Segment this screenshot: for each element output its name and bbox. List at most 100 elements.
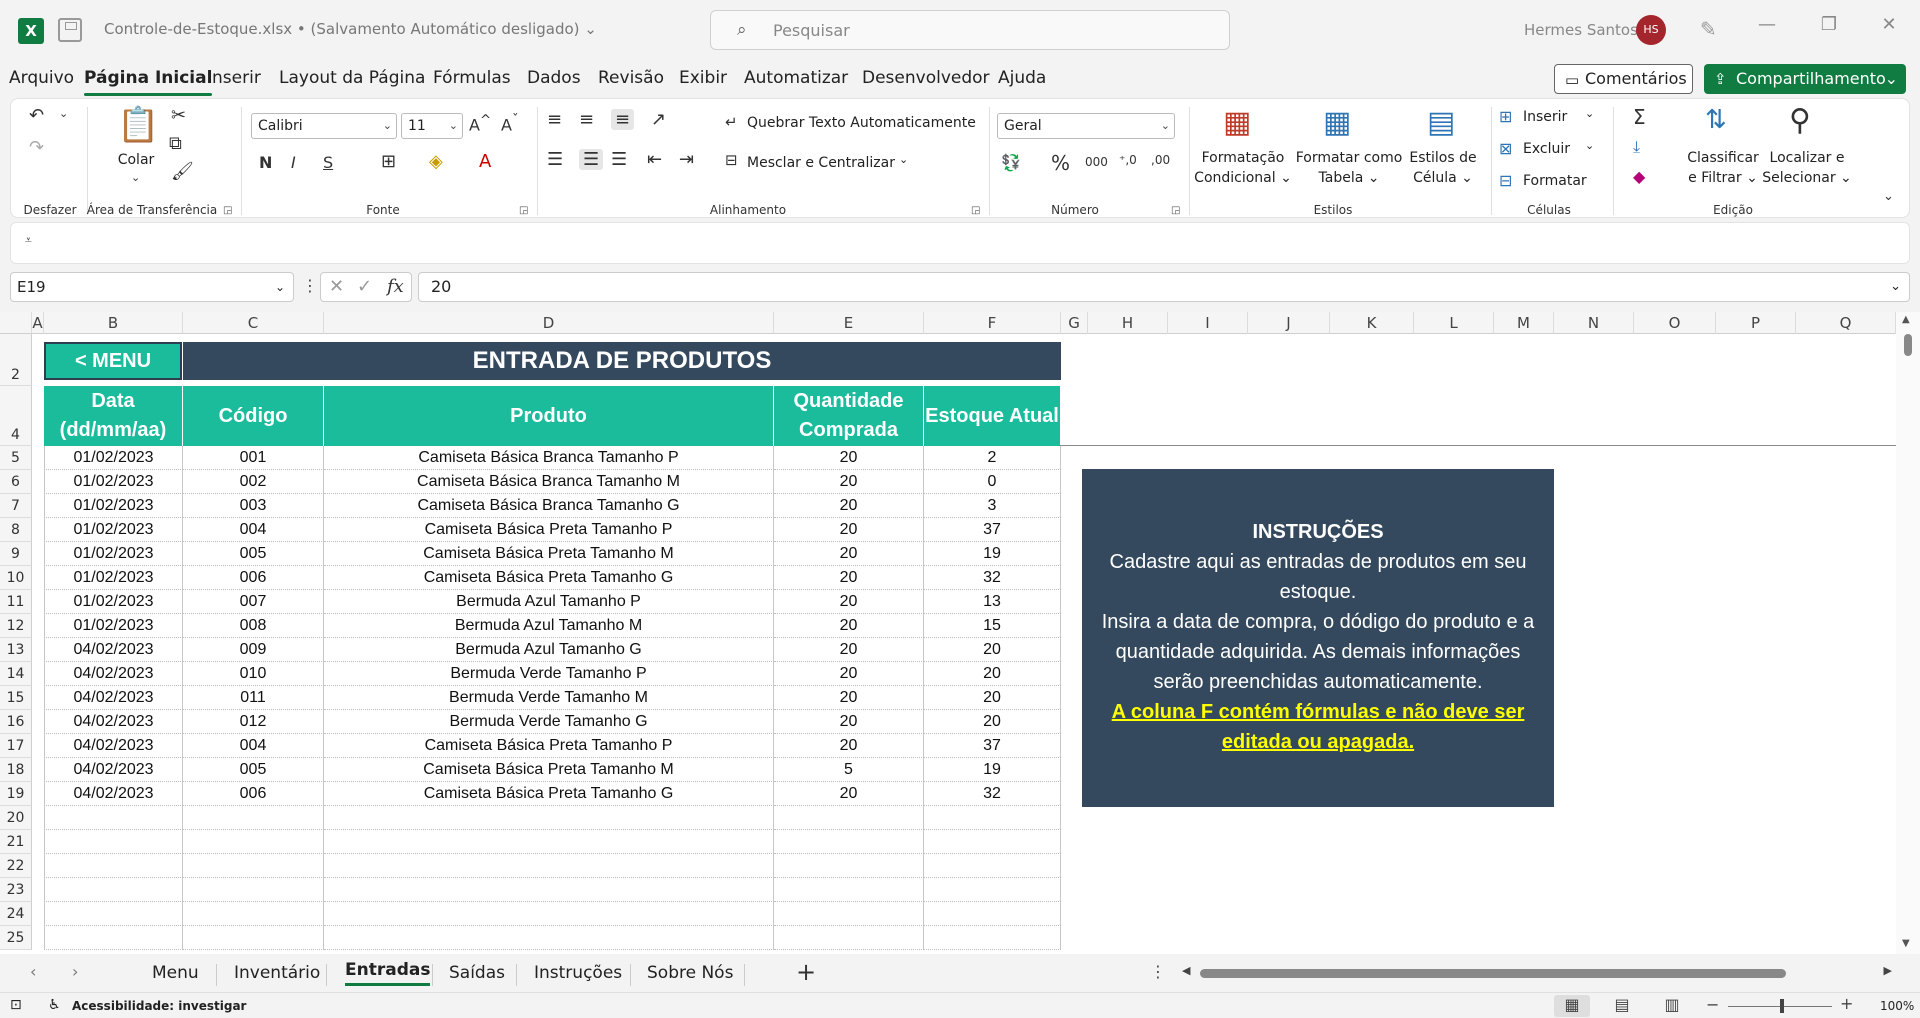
column-header[interactable]: F <box>924 312 1061 334</box>
paste-label[interactable]: Colar <box>118 151 155 169</box>
find-select-label-1[interactable]: Localizar e <box>1770 149 1845 167</box>
table-cell[interactable]: 20 <box>774 686 924 710</box>
align-left-icon[interactable]: ☰ <box>547 149 563 170</box>
table-cell[interactable]: 37 <box>924 518 1061 542</box>
bold-button[interactable]: N <box>259 153 272 172</box>
row-header[interactable]: 14 <box>0 662 32 686</box>
table-cell[interactable]: 004 <box>183 518 324 542</box>
row-header[interactable]: 25 <box>0 926 32 950</box>
table-cell[interactable] <box>183 878 324 902</box>
paste-icon[interactable]: 📋 <box>117 105 159 145</box>
tab-exibir[interactable]: Exibir <box>679 68 727 88</box>
column-header[interactable]: G <box>1061 312 1088 334</box>
sheet-tab-entradas[interactable]: Entradas <box>345 960 431 986</box>
scroll-thumb[interactable] <box>1904 334 1912 356</box>
table-cell[interactable]: 010 <box>183 662 324 686</box>
collapse-ribbon-icon[interactable]: ⌄ <box>1883 189 1894 204</box>
dialog-launcher-icon[interactable]: ◲ <box>519 205 528 216</box>
table-cell[interactable] <box>924 854 1061 878</box>
row-header[interactable]: 21 <box>0 830 32 854</box>
table-cell[interactable]: Camiseta Básica Preta Tamanho M <box>324 758 774 782</box>
table-cell[interactable]: 20 <box>774 494 924 518</box>
column-header[interactable]: Q <box>1796 312 1896 334</box>
row-header[interactable]: 13 <box>0 638 32 662</box>
column-header[interactable]: O <box>1634 312 1716 334</box>
table-cell[interactable] <box>924 878 1061 902</box>
table-cell[interactable]: 20 <box>774 662 924 686</box>
table-cell[interactable]: 04/02/2023 <box>44 758 183 782</box>
decrease-font-icon[interactable]: Aˇ <box>501 113 519 134</box>
decrease-indent-icon[interactable]: ⇤ <box>647 149 662 170</box>
column-header[interactable]: B <box>44 312 183 334</box>
cut-icon[interactable]: ✂ <box>171 105 186 126</box>
tab-arquivo[interactable]: Arquivo <box>9 68 74 88</box>
table-cell[interactable]: 008 <box>183 614 324 638</box>
table-cell[interactable] <box>44 806 183 830</box>
restore-icon[interactable]: ❐ <box>1814 14 1844 35</box>
table-cell[interactable]: 20 <box>924 638 1061 662</box>
dialog-launcher-icon[interactable]: ◲ <box>971 205 980 216</box>
row-header[interactable]: 18 <box>0 758 32 782</box>
table-cell[interactable] <box>774 854 924 878</box>
table-cell[interactable] <box>774 926 924 950</box>
tab-desenvolvedor[interactable]: Desenvolvedor <box>862 68 990 88</box>
column-header[interactable]: P <box>1716 312 1796 334</box>
conditional-format-label-1[interactable]: Formatação <box>1202 149 1285 167</box>
table-cell[interactable]: 15 <box>924 614 1061 638</box>
page-layout-icon[interactable]: ▤ <box>1604 995 1640 1017</box>
table-cell[interactable]: Bermuda Verde Tamanho G <box>324 710 774 734</box>
table-cell[interactable]: 32 <box>924 566 1061 590</box>
table-cell[interactable]: 20 <box>774 446 924 470</box>
dialog-launcher-icon[interactable]: ◲ <box>1171 205 1180 216</box>
table-cell[interactable]: Camiseta Básica Preta Tamanho P <box>324 518 774 542</box>
table-cell[interactable]: Bermuda Azul Tamanho P <box>324 590 774 614</box>
scroll-thumb[interactable] <box>1200 969 1786 978</box>
horizontal-scrollbar[interactable]: ◀ ▶ <box>1180 962 1896 982</box>
chevron-down-icon[interactable]: ⌄ <box>1885 64 1898 94</box>
row-header[interactable]: 4 <box>0 386 32 446</box>
accounting-format-icon[interactable]: 💱 <box>1001 153 1021 172</box>
sort-filter-label-2[interactable]: e Filtrar ⌄ <box>1688 169 1758 187</box>
table-cell[interactable]: 20 <box>924 710 1061 734</box>
expand-formula-icon[interactable]: ⌄ <box>1890 273 1901 301</box>
table-cell[interactable] <box>324 926 774 950</box>
worksheet[interactable]: < MENU ENTRADA DE PRODUTOS Data (dd/mm/a… <box>0 312 1920 954</box>
table-cell[interactable]: 20 <box>774 734 924 758</box>
cancel-icon[interactable]: ✕ <box>329 276 344 297</box>
insert-cells-icon[interactable]: ⊞ <box>1499 107 1512 126</box>
dialog-launcher-icon[interactable]: ◲ <box>223 205 232 216</box>
table-cell[interactable]: 20 <box>774 518 924 542</box>
table-cell[interactable]: Bermuda Verde Tamanho P <box>324 662 774 686</box>
tab-inserir[interactable]: Inserir <box>207 68 261 88</box>
row-header[interactable]: 20 <box>0 806 32 830</box>
row-header[interactable]: 11 <box>0 590 32 614</box>
row-header[interactable]: 19 <box>0 782 32 806</box>
table-cell[interactable]: 20 <box>924 662 1061 686</box>
table-cell[interactable] <box>44 854 183 878</box>
document-title[interactable]: Controle-de-Estoque.xlsx • (Salvamento A… <box>104 20 597 38</box>
increase-font-icon[interactable]: A^ <box>469 113 491 134</box>
table-cell[interactable]: 01/02/2023 <box>44 446 183 470</box>
table-cell[interactable]: 007 <box>183 590 324 614</box>
table-cell[interactable]: 011 <box>183 686 324 710</box>
table-cell[interactable]: 20 <box>774 710 924 734</box>
table-cell[interactable]: 37 <box>924 734 1061 758</box>
copy-icon[interactable]: ⧉ <box>169 133 182 154</box>
table-cell[interactable] <box>324 830 774 854</box>
tab-revisao[interactable]: Revisão <box>598 68 664 88</box>
italic-button[interactable]: I <box>291 153 296 172</box>
thousands-icon[interactable]: 000 <box>1085 155 1108 169</box>
function-icon[interactable]: fx <box>387 276 404 297</box>
sheet-tab-sobre-nos[interactable]: Sobre Nós <box>647 963 733 983</box>
format-table-label-1[interactable]: Formatar como <box>1296 149 1403 167</box>
format-cells-icon[interactable]: ⊟ <box>1499 171 1512 190</box>
table-cell[interactable]: Bermuda Azul Tamanho G <box>324 638 774 662</box>
table-cell[interactable]: Camiseta Básica Preta Tamanho M <box>324 542 774 566</box>
table-cell[interactable]: Camiseta Básica Preta Tamanho G <box>324 782 774 806</box>
table-cell[interactable] <box>324 902 774 926</box>
column-header[interactable]: L <box>1414 312 1494 334</box>
table-cell[interactable]: 20 <box>774 614 924 638</box>
find-select-label-2[interactable]: Selecionar ⌄ <box>1762 169 1852 187</box>
align-bottom-icon[interactable]: ≡ <box>611 109 635 130</box>
table-cell[interactable]: 01/02/2023 <box>44 566 183 590</box>
